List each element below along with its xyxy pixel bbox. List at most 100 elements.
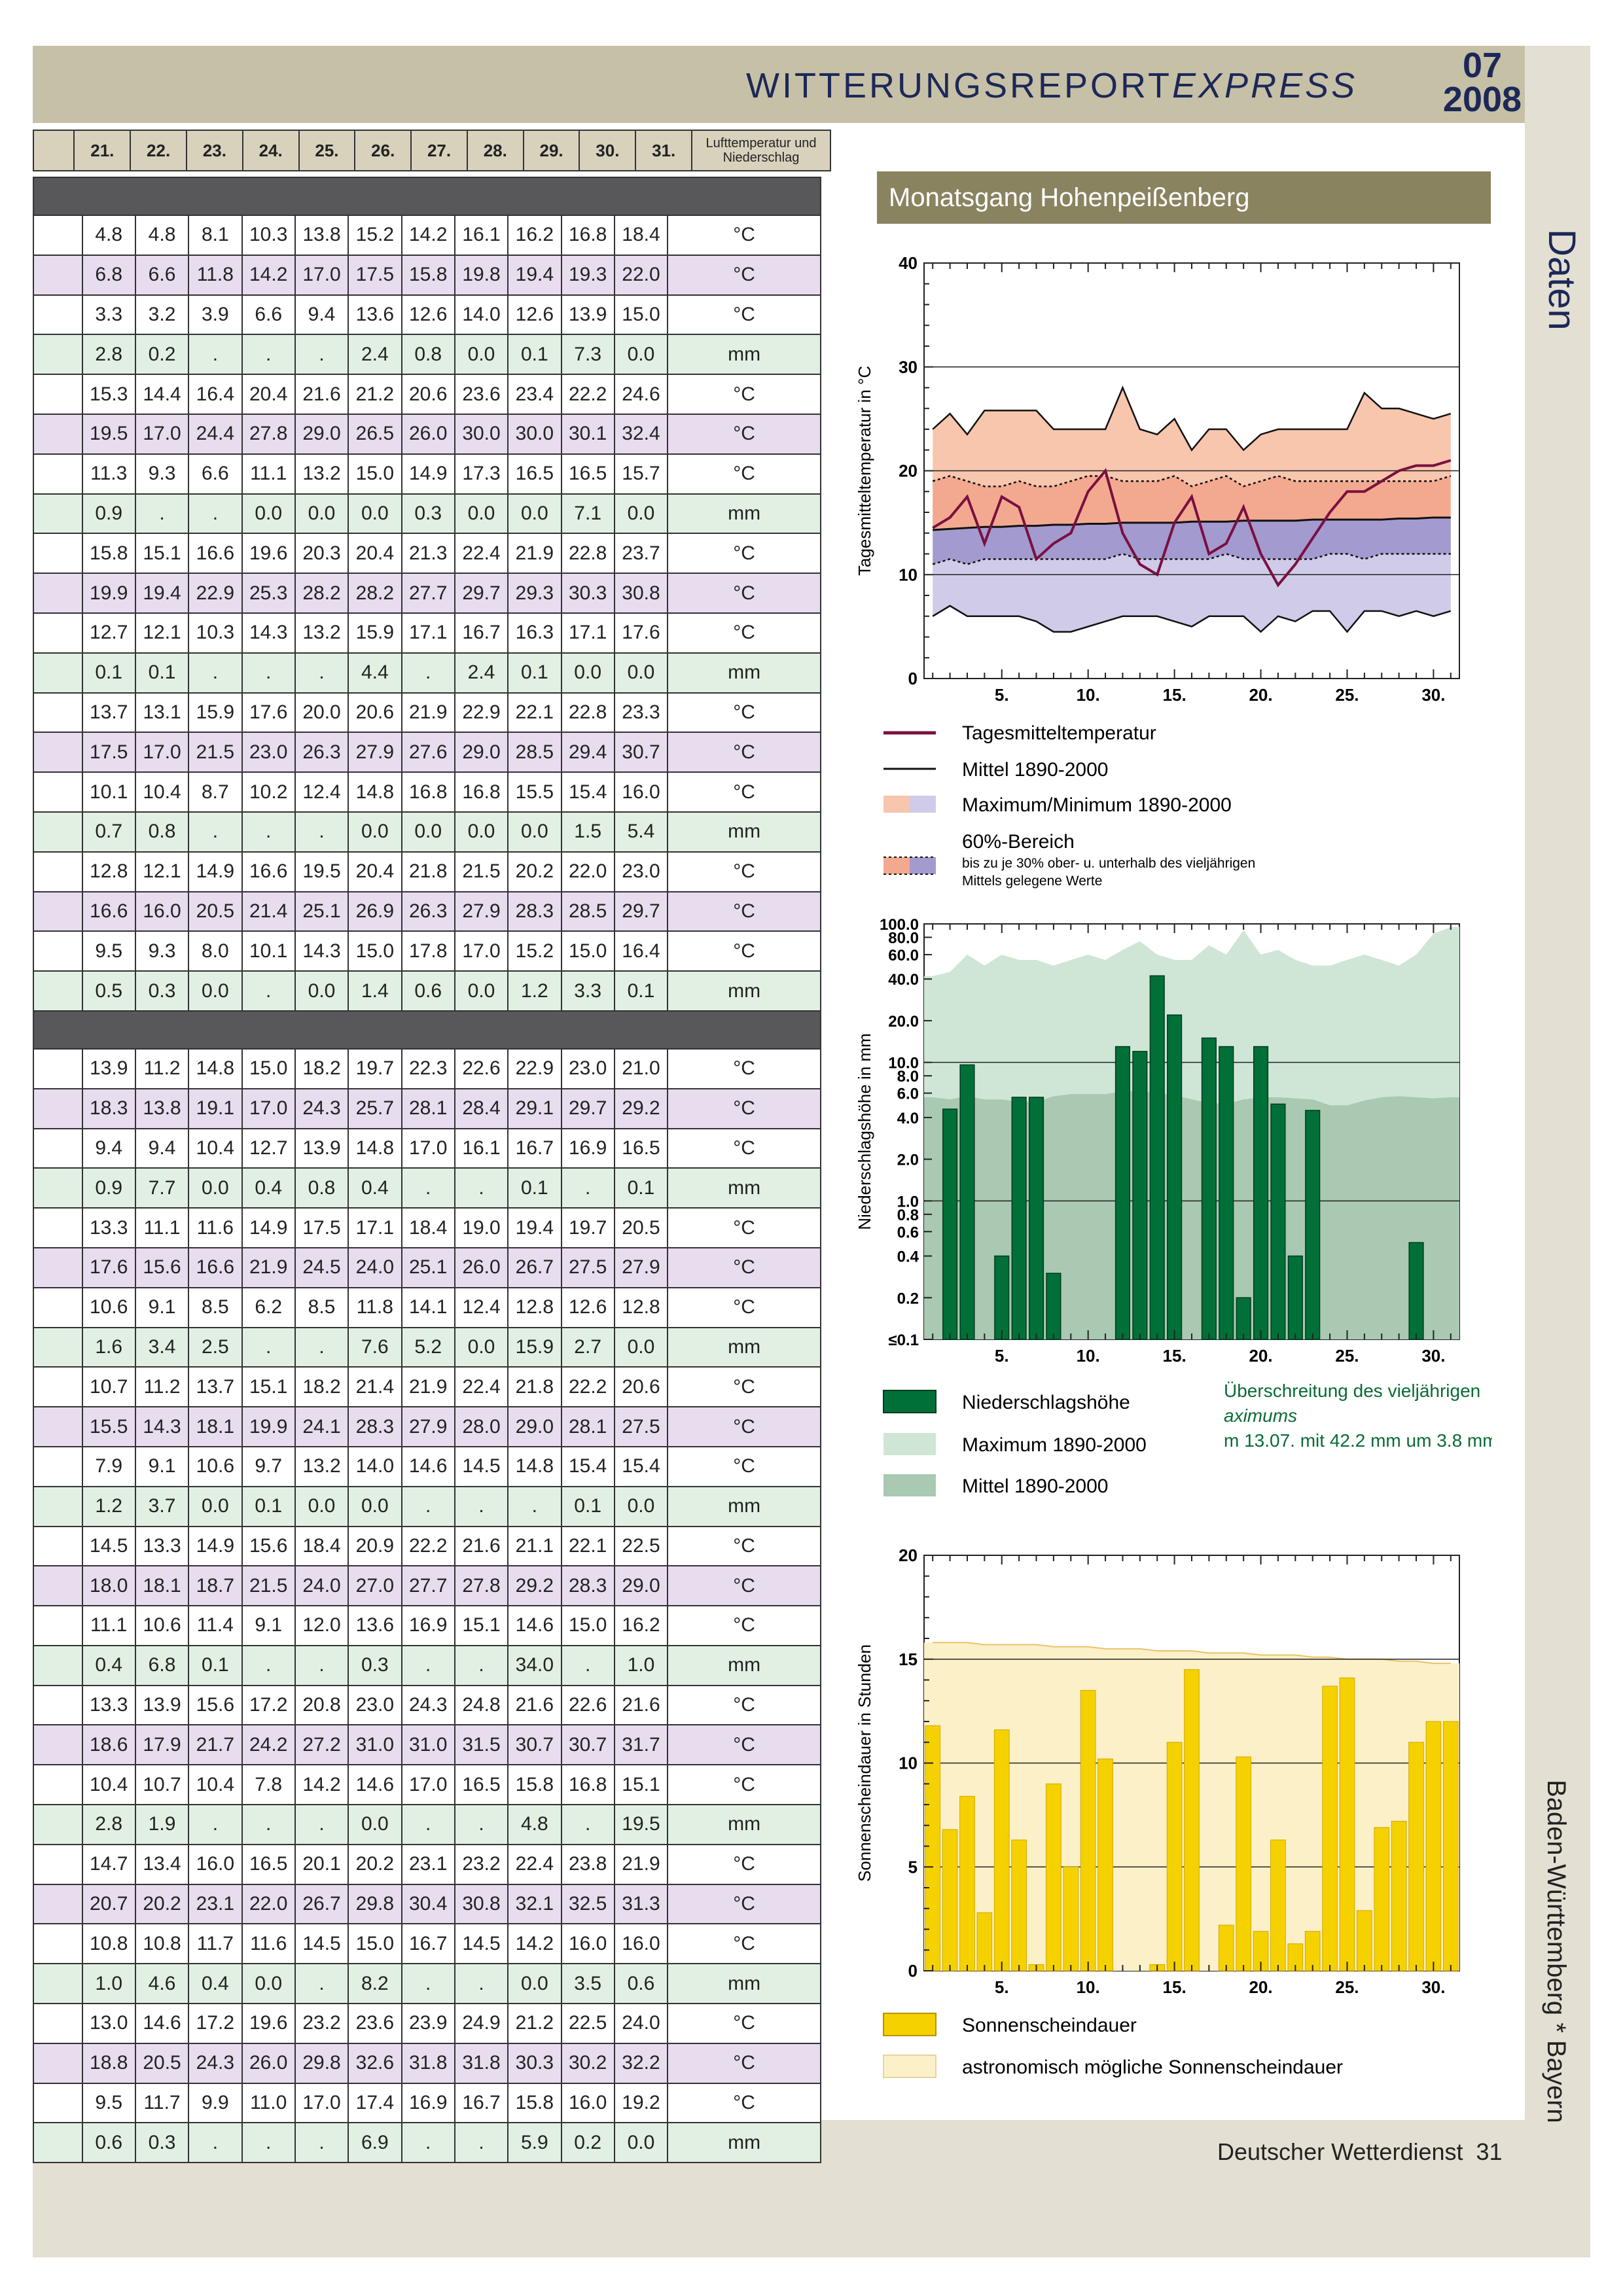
table-cell: 26.0: [454, 1246, 509, 1288]
table-cell: 17.5: [348, 254, 402, 296]
row-lead-cell: [33, 1883, 83, 1925]
table-cell: 15.1: [241, 1366, 296, 1408]
table-cell: 14.6: [348, 1764, 402, 1806]
section-divider-cell: [33, 1010, 821, 1050]
table-cell: 15.8: [401, 254, 455, 296]
table-cell: .: [188, 1804, 243, 1845]
table-cell: 17.0: [294, 2082, 349, 2124]
table-cell: 16.6: [188, 533, 243, 574]
table-row: 14.5 13.3 14.9 15.6 18.4 20.9 22.2 21.6 21.1 22.1…: [33, 1525, 821, 1567]
y-tick-label: 60.0: [888, 947, 919, 964]
table-row: 18.6 17.9 21.7 24.2 27.2 31.0 31.0 31.5 30.7 30.7…: [33, 1724, 821, 1766]
table-cell: .: [294, 652, 349, 694]
sunshine-bar: [959, 1795, 975, 1971]
data-table: 4.8 4.8 8.1 10.3 13.8 15.2 14.2 16.1 16.2 16.8 18.…: [33, 177, 821, 2164]
table-cell: 16.2: [613, 1605, 669, 1646]
table-cell: 23.0: [613, 851, 669, 892]
row-lead-cell: [33, 573, 83, 614]
table-cell: 9.9: [188, 2082, 243, 2124]
table-cell: 3.3: [81, 294, 136, 336]
table-cell: .: [241, 2122, 296, 2164]
table-row: 9.4 9.4 10.4 12.7 13.9 14.8 17.0 16.1 16.7 16.9 16…: [33, 1127, 821, 1169]
table-cell: 15.0: [348, 1923, 402, 1965]
table-row: 11.3 9.3 6.6 11.1 13.2 15.0 14.9 17.3 16.5 16.5 15…: [33, 453, 821, 495]
unit-cell: °C: [667, 1406, 821, 1447]
table-cell: 16.7: [507, 1127, 562, 1169]
table-cell: 16.0: [188, 1843, 243, 1885]
unit-cell: °C: [667, 1366, 821, 1408]
table-cell: 13.7: [81, 692, 136, 733]
table-cell: 16.1: [454, 215, 509, 256]
unit-cell: °C: [667, 1565, 821, 1607]
table-cell: 12.6: [401, 294, 455, 336]
row-lead-cell: [33, 771, 83, 813]
table-cell: 30.0: [454, 413, 509, 455]
table-row: 14.7 13.4 16.0 16.5 20.1 20.2 23.1 23.2 22.4 23.8…: [33, 1843, 821, 1885]
table-cell: 13.7: [188, 1366, 243, 1408]
table-row: 13.0 14.6 17.2 19.6 23.2 23.6 23.9 24.9 21.2 22.5…: [33, 2003, 821, 2044]
table-cell: 1.2: [507, 970, 562, 1012]
sunshine-bar: [1063, 1866, 1079, 1971]
table-cell: 15.6: [134, 1246, 190, 1288]
precip-bar: [1028, 1097, 1044, 1340]
table-cell: 17.2: [241, 1684, 296, 1726]
table-cell: 3.5: [560, 1963, 615, 2005]
table-cell: 29.2: [613, 1087, 669, 1129]
table-cell: .: [294, 334, 349, 376]
table-cell: .: [188, 811, 243, 853]
table-row: 4.8 4.8 8.1 10.3 13.8 15.2 14.2 16.1 16.2 16.8 18.…: [33, 215, 821, 256]
row-lead-cell: [33, 930, 83, 972]
table-cell: 0.4: [81, 1644, 136, 1686]
table-cell: 17.4: [348, 2082, 402, 2124]
table-cell: 16.8: [401, 771, 455, 813]
row-lead-cell: [33, 1048, 83, 1089]
unit-cell: mm: [667, 1485, 821, 1527]
table-cell: 9.3: [134, 930, 190, 972]
table-cell: 3.3: [560, 970, 615, 1012]
table-cell: 10.6: [81, 1286, 136, 1328]
table-cell: 19.4: [134, 573, 190, 614]
y-tick-label: 4.0: [897, 1110, 919, 1127]
table-cell: 17.3: [454, 453, 509, 495]
table-cell: 17.9: [134, 1724, 190, 1766]
table-cell: 14.2: [507, 1923, 562, 1965]
table-cell: 1.0: [613, 1644, 669, 1686]
row-lead-cell: [33, 1445, 83, 1487]
table-cell: .: [401, 1804, 455, 1845]
table-cell: 14.5: [454, 1923, 509, 1965]
table-cell: 31.7: [613, 1724, 669, 1766]
table-cell: .: [188, 334, 243, 376]
table-cell: 15.9: [507, 1326, 562, 1368]
table-cell: 0.0: [348, 1485, 402, 1527]
table-cell: 32.2: [613, 2042, 669, 2084]
table-cell: 14.3: [134, 1406, 190, 1447]
table-cell: 27.9: [401, 1406, 455, 1447]
table-cell: 0.0: [613, 2122, 669, 2164]
sunshine-bar: [1357, 1910, 1372, 1971]
table-cell: 17.8: [401, 930, 455, 972]
unit-cell: mm: [667, 811, 821, 853]
table-cell: 31.3: [613, 1883, 669, 1925]
table-cell: 10.2: [241, 771, 296, 813]
issue-month: 07: [1462, 46, 1503, 85]
table-cell: 32.6: [348, 2042, 402, 2084]
unit-cell: °C: [667, 1605, 821, 1646]
table-cell: 21.9: [401, 692, 455, 733]
table-cell: 7.7: [134, 1167, 190, 1209]
y-tick-label: 0.4: [897, 1248, 919, 1266]
table-cell: 20.3: [294, 533, 349, 574]
table-cell: 22.6: [560, 1684, 615, 1726]
table-cell: 15.0: [560, 930, 615, 972]
legend-precip-label: Niederschlagshöhe: [962, 1392, 1130, 1413]
sunshine-bar: [1184, 1669, 1200, 1971]
table-cell: 19.2: [613, 2082, 669, 2124]
table-cell: 0.0: [507, 493, 562, 535]
section-label: Daten: [1541, 229, 1583, 330]
table-cell: 9.1: [134, 1286, 190, 1328]
day-header-cell: 26.: [354, 130, 412, 171]
y-tick-label: 0.8: [897, 1207, 919, 1224]
y-tick-label: 10: [899, 565, 918, 584]
table-cell: 27.7: [401, 1565, 455, 1607]
table-cell: 14.3: [241, 612, 296, 654]
table-cell: 32.5: [560, 1883, 615, 1925]
